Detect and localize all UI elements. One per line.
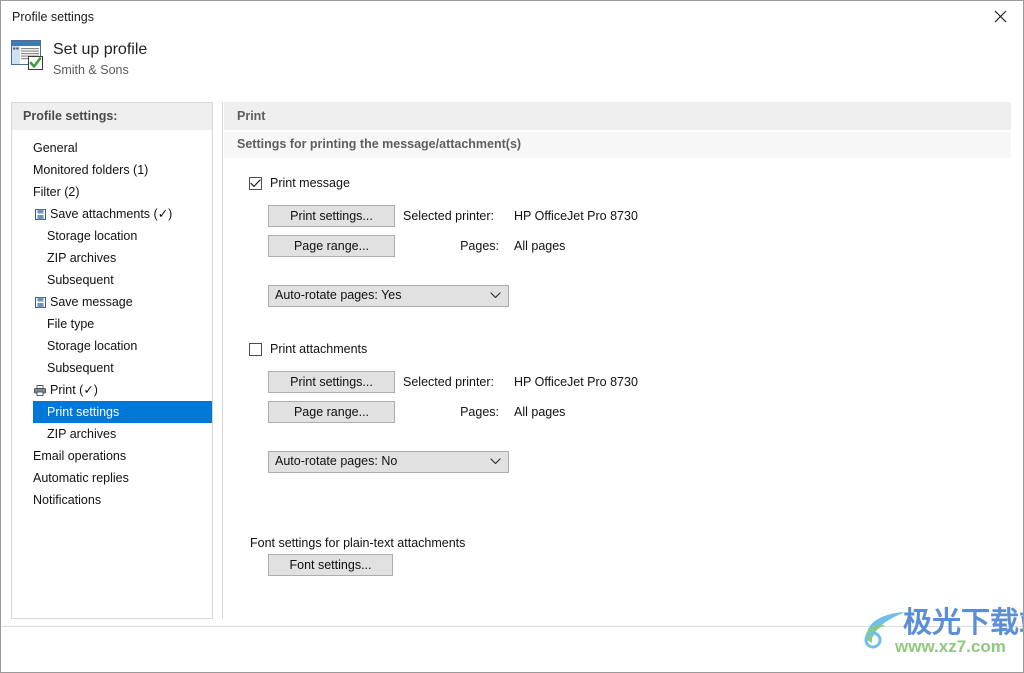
title-bar: Profile settings <box>1 1 1023 34</box>
save-icon <box>33 207 47 221</box>
checkbox-checked-icon <box>249 177 262 190</box>
page-subtitle: Smith & Sons <box>53 63 129 77</box>
content-subtitle: Settings for printing the message/attach… <box>237 137 521 151</box>
message-autorotate-value: Auto-rotate pages: Yes <box>275 288 401 302</box>
sidebar-item-print-settings[interactable]: Print settings <box>33 401 212 423</box>
save-icon <box>33 295 47 309</box>
sidebar-item-subsequent-message[interactable]: Subsequent <box>12 357 212 379</box>
print-attachments-label: Print attachments <box>270 342 367 356</box>
message-printer-label: Selected printer: <box>403 209 494 223</box>
sidebar-item-filter[interactable]: Filter (2) <box>12 181 212 203</box>
content-panel: Print Settings for printing the message/… <box>222 102 1012 619</box>
attachments-print-settings-button[interactable]: Print settings... <box>268 371 395 393</box>
content-subtitle-band: Settings for printing the message/attach… <box>224 132 1011 158</box>
attachments-autorotate-select[interactable]: Auto-rotate pages: No <box>268 451 509 473</box>
profile-settings-window: Profile settings <box>0 0 1024 673</box>
sidebar-item-subsequent-attachments[interactable]: Subsequent <box>12 269 212 291</box>
message-printer-value: HP OfficeJet Pro 8730 <box>514 209 638 223</box>
content-title-band: Print <box>224 102 1011 130</box>
sidebar-item-print[interactable]: Print (✓) <box>12 379 212 401</box>
window-title: Profile settings <box>12 10 94 24</box>
sidebar-item-label: Save attachments (✓) <box>50 203 172 225</box>
content-title: Print <box>237 109 265 123</box>
sidebar-item-label: Save message <box>50 291 133 313</box>
sidebar-item-save-attachments[interactable]: Save attachments (✓) <box>12 203 212 225</box>
message-pages-value: All pages <box>514 239 565 253</box>
message-page-range-button[interactable]: Page range... <box>268 235 395 257</box>
message-pages-label: Pages: <box>403 239 499 253</box>
sidebar-item-zip-archives-attachments[interactable]: ZIP archives <box>12 247 212 269</box>
message-autorotate-select[interactable]: Auto-rotate pages: Yes <box>268 285 509 307</box>
sidebar-item-label: Storage location <box>47 335 137 357</box>
chevron-down-icon <box>490 458 501 465</box>
font-settings-label: Font settings for plain-text attachments <box>250 536 465 550</box>
font-settings-button[interactable]: Font settings... <box>268 554 393 576</box>
attachments-printer-value: HP OfficeJet Pro 8730 <box>514 375 638 389</box>
attachments-pages-label: Pages: <box>403 405 499 419</box>
attachments-page-range-button[interactable]: Page range... <box>268 401 395 423</box>
sidebar-item-label: Monitored folders (1) <box>33 159 148 181</box>
sidebar-item-label: Email operations <box>33 445 126 467</box>
sidebar-item-label: ZIP archives <box>47 247 116 269</box>
sidebar-item-label: ZIP archives <box>47 423 116 445</box>
profile-setup-icon <box>11 39 47 73</box>
sidebar-item-storage-location-message[interactable]: Storage location <box>12 335 212 357</box>
sidebar-item-save-message[interactable]: Save message <box>12 291 212 313</box>
print-message-label: Print message <box>270 176 350 190</box>
sidebar-item-automatic-replies[interactable]: Automatic replies <box>12 467 212 489</box>
page-title: Set up profile <box>53 41 147 59</box>
sidebar-item-monitored-folders[interactable]: Monitored folders (1) <box>12 159 212 181</box>
sidebar-item-label: Subsequent <box>47 269 114 291</box>
sidebar-item-label: Print (✓) <box>50 379 98 401</box>
sidebar-item-label: Notifications <box>33 489 101 511</box>
sidebar-item-notifications[interactable]: Notifications <box>12 489 212 511</box>
sidebar-item-label: Storage location <box>47 225 137 247</box>
close-button[interactable] <box>977 1 1023 32</box>
sidebar-heading: Profile settings: <box>12 103 212 130</box>
sidebar-item-email-operations[interactable]: Email operations <box>12 445 212 467</box>
sidebar-item-label: Automatic replies <box>33 467 129 489</box>
print-message-checkbox[interactable]: Print message <box>249 176 350 190</box>
sidebar-item-label: Print settings <box>47 401 119 423</box>
sidebar-item-label: File type <box>47 313 94 335</box>
sidebar-item-label: Subsequent <box>47 357 114 379</box>
print-attachments-checkbox[interactable]: Print attachments <box>249 342 367 356</box>
sidebar-item-label: Filter (2) <box>33 181 80 203</box>
close-icon <box>994 10 1007 23</box>
chevron-down-icon <box>490 292 501 299</box>
sidebar-item-label: General <box>33 137 77 159</box>
sidebar-panel: Profile settings: General Monitored fold… <box>11 102 213 619</box>
sidebar-item-zip-archives-print[interactable]: ZIP archives <box>12 423 212 445</box>
checkbox-unchecked-icon <box>249 343 262 356</box>
footer-bar: OK Cancel Apply <box>1 627 1023 672</box>
sidebar-item-general[interactable]: General <box>12 137 212 159</box>
attachments-autorotate-value: Auto-rotate pages: No <box>275 454 397 468</box>
settings-tree: General Monitored folders (1) Filter (2)… <box>12 137 212 511</box>
attachments-printer-label: Selected printer: <box>403 375 494 389</box>
message-print-settings-button[interactable]: Print settings... <box>268 205 395 227</box>
printer-icon <box>33 383 47 397</box>
attachments-pages-value: All pages <box>514 405 565 419</box>
dialog-header: Set up profile Smith & Sons <box>1 34 1023 96</box>
sidebar-item-file-type[interactable]: File type <box>12 313 212 335</box>
sidebar-item-storage-location-attachments[interactable]: Storage location <box>12 225 212 247</box>
